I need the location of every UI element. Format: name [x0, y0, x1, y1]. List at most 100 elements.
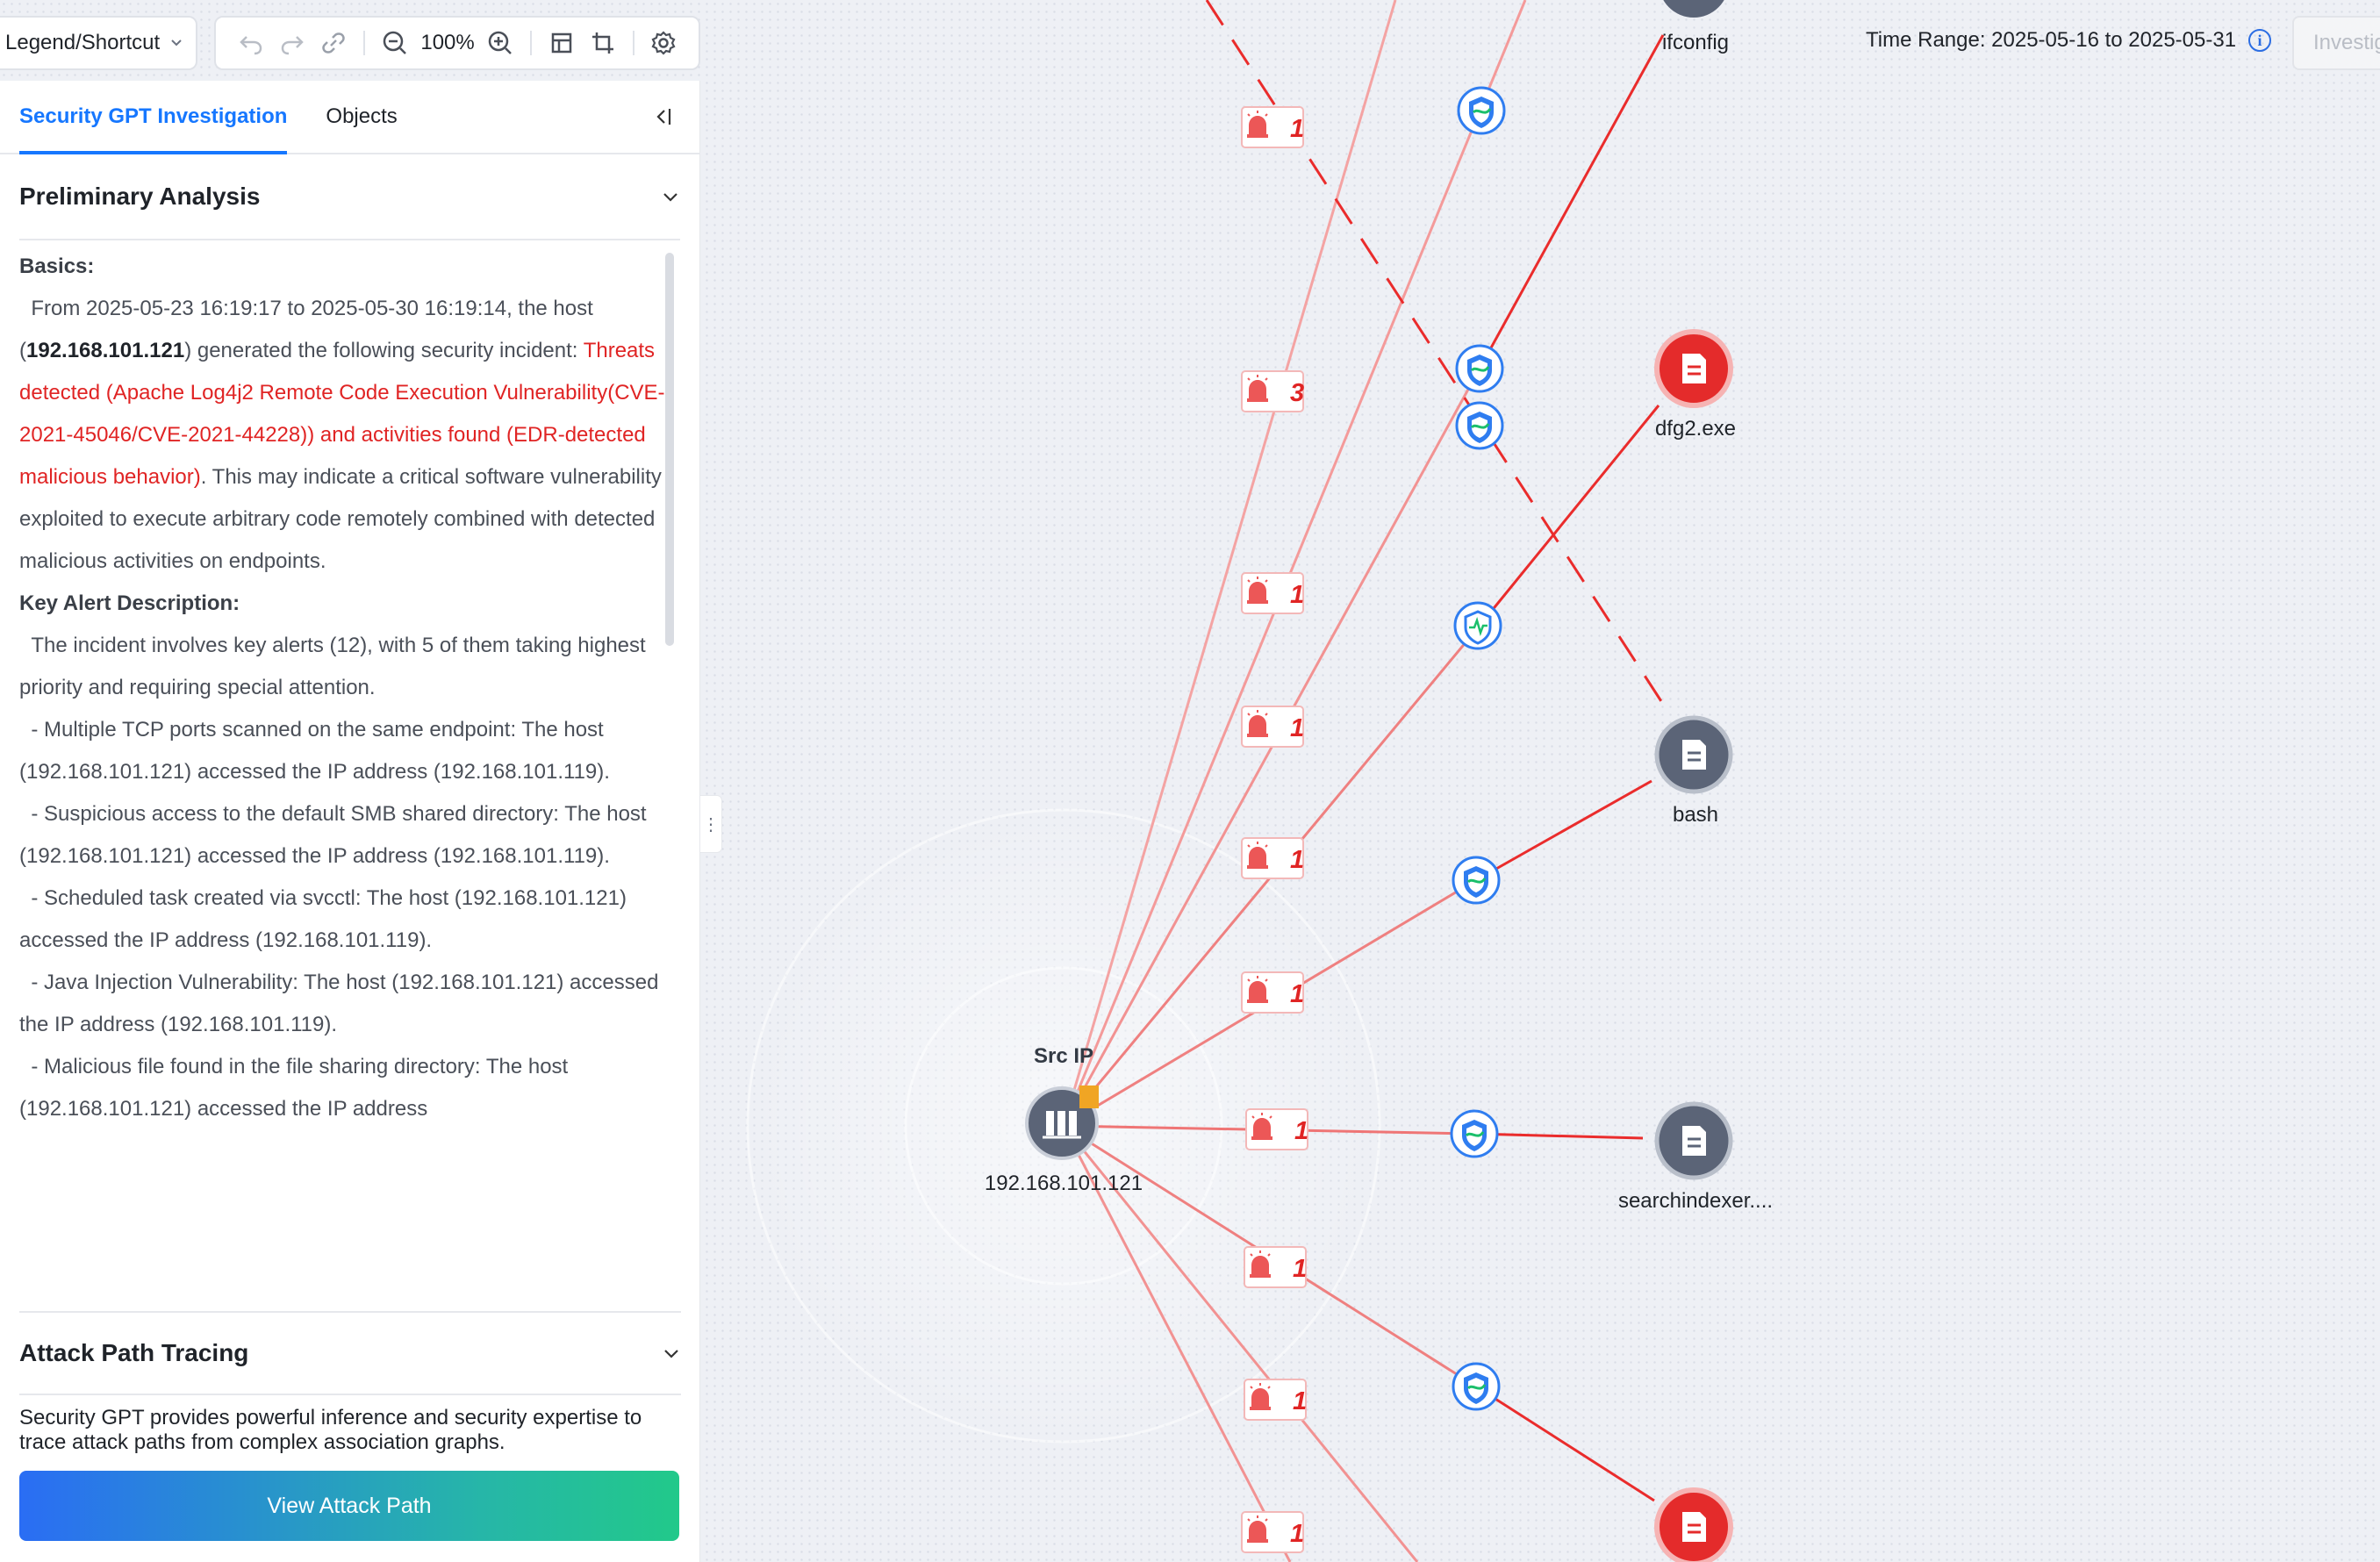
key-alert-intro: The incident involves key alerts (12), w…	[19, 625, 669, 709]
key-alert-intro-text: The incident involves key alerts (12), w…	[19, 634, 646, 699]
crop-icon[interactable]	[582, 22, 623, 64]
detection-icons[interactable]	[1450, 86, 1506, 1411]
panel-tabs: Security GPT Investigation Objects	[0, 81, 699, 154]
alert-badge: 1	[1241, 572, 1304, 614]
collapse-panel-icon[interactable]	[650, 104, 677, 130]
time-range: Time Range: 2025-05-16 to 2025-05-31 i	[1866, 28, 2272, 53]
alert-item-text: - Multiple TCP ports scanned on the same…	[19, 718, 610, 784]
zoom-out-icon[interactable]	[374, 22, 415, 64]
alert-item-text: - Scheduled task created via svcctl: The…	[19, 886, 627, 952]
file-icon	[1682, 354, 1706, 383]
shield-icon	[1455, 344, 1504, 393]
tab-objects[interactable]: Objects	[306, 81, 416, 153]
alert-count: 1	[1290, 846, 1304, 874]
link-icon[interactable]	[313, 22, 355, 64]
view-attack-path-label: View Attack Path	[267, 1493, 432, 1518]
alert-item-text: - Java Injection Vulnerability: The host…	[19, 971, 659, 1036]
alert-item-text: - Suspicious access to the default SMB s…	[19, 802, 647, 868]
shield-icon	[1452, 1362, 1501, 1411]
file-icon	[1682, 1512, 1706, 1542]
view-attack-path-button[interactable]: View Attack Path	[19, 1471, 679, 1541]
shield-icon	[1457, 86, 1506, 135]
alert-count: 1	[1290, 115, 1304, 143]
alert-count: 1	[1290, 1520, 1304, 1548]
preliminary-analysis-header[interactable]: Preliminary Analysis	[19, 154, 680, 240]
toolbar-divider	[530, 31, 533, 55]
toolbar-divider	[632, 31, 634, 55]
panel-resize-handle[interactable]: ⋮	[700, 795, 722, 853]
edge-to-bash	[1475, 779, 1652, 882]
analysis-scrollbar[interactable]	[665, 253, 674, 646]
alert-count: 1	[1290, 581, 1304, 609]
chevron-down-icon	[170, 34, 183, 53]
alert-item: - Malicious file found in the file shari…	[19, 1046, 669, 1130]
attack-path-header[interactable]: Attack Path Tracing	[19, 1311, 681, 1395]
zoom-level: 100%	[420, 31, 475, 54]
alert-count: 3	[1290, 379, 1304, 407]
alert-item-text: - Malicious file found in the file shari…	[19, 1055, 569, 1121]
chevron-down-icon	[664, 1350, 678, 1358]
shield-icon	[1450, 1109, 1499, 1158]
alert-badge: 3	[1241, 370, 1304, 412]
settings-icon[interactable]	[643, 22, 685, 64]
file-icon	[1682, 1126, 1706, 1156]
investigate-button[interactable]: Investig	[2292, 16, 2380, 70]
node-searchindexer[interactable]: searchindexer....	[1618, 1101, 1773, 1213]
edge-to-dfg2	[1478, 405, 1660, 627]
alert-count: 1	[1294, 1117, 1308, 1145]
basics-paragraph: From 2025-05-23 16:19:17 to 2025-05-30 1…	[19, 288, 669, 583]
basics-text: ) generated the following security incid…	[184, 339, 584, 362]
chevron-down-icon	[663, 193, 677, 202]
src-ip-title: Src IP	[1034, 1044, 1093, 1068]
legend-shortcut-label: Legend/Shortcut	[5, 31, 161, 54]
edge-to-bottom-node	[1475, 1385, 1655, 1502]
shield-icon	[1452, 856, 1501, 905]
tab-label: Objects	[326, 104, 398, 128]
alert-badge: 1	[1244, 1246, 1307, 1288]
info-icon[interactable]: i	[2248, 29, 2272, 52]
fit-view-icon[interactable]	[541, 22, 582, 64]
server-icon	[1043, 1111, 1081, 1139]
alert-badge: 1	[1241, 706, 1304, 748]
undo-icon[interactable]	[230, 22, 271, 64]
alert-badge: 1	[1241, 971, 1304, 1014]
alert-item: - Suspicious access to the default SMB s…	[19, 793, 669, 878]
node-ifconfig[interactable]: ifconfig	[1659, 0, 1729, 54]
tab-security-gpt-investigation[interactable]: Security GPT Investigation	[0, 81, 306, 154]
alert-badge: 1	[1241, 837, 1304, 879]
legend-shortcut-dropdown[interactable]: Legend/Shortcut	[0, 16, 197, 70]
alert-badge: 1	[1244, 1379, 1307, 1421]
flag-icon	[1079, 1086, 1099, 1108]
basics-label: Basics:	[19, 254, 95, 278]
alert-badge: 1	[1245, 1108, 1308, 1150]
node-malicious-bottom[interactable]	[1654, 1487, 1733, 1562]
drag-handle-icon: ⋮	[702, 814, 720, 835]
time-range-text: Time Range: 2025-05-16 to 2025-05-31	[1866, 28, 2237, 52]
node-dfg2[interactable]: dfg2.exe	[1654, 329, 1736, 441]
alert-item: - Multiple TCP ports scanned on the same…	[19, 709, 669, 793]
alert-count: 1	[1290, 714, 1304, 742]
src-ip-label: 192.168.101.121	[985, 1172, 1143, 1195]
node-bash[interactable]: bash	[1654, 715, 1733, 827]
toolbar-divider	[363, 31, 365, 55]
attack-path-description: Security GPT provides powerful inference…	[19, 1406, 642, 1454]
node-label: searchindexer....	[1618, 1189, 1773, 1213]
edge-to-ifconfig	[1478, 34, 1665, 369]
edge-to-searchindexer	[1473, 1132, 1644, 1140]
host-ip: 192.168.101.121	[26, 339, 185, 362]
node-label: ifconfig	[1662, 31, 1729, 54]
alert-count: 1	[1290, 980, 1304, 1008]
shield-icon	[1455, 401, 1504, 450]
preliminary-analysis-content: Basics: From 2025-05-23 16:19:17 to 2025…	[19, 246, 669, 1295]
preliminary-analysis-title: Preliminary Analysis	[19, 183, 261, 210]
node-label: bash	[1673, 803, 1718, 827]
zoom-in-icon[interactable]	[480, 22, 521, 64]
node-label: dfg2.exe	[1655, 417, 1736, 441]
redo-icon[interactable]	[271, 22, 312, 64]
alert-badge: 1	[1241, 1511, 1304, 1553]
alert-item: - Scheduled task created via svcctl: The…	[19, 878, 669, 962]
tab-label: Security GPT Investigation	[19, 104, 288, 128]
key-alert-label: Key Alert Description:	[19, 591, 240, 615]
alert-count: 1	[1293, 1255, 1307, 1283]
edr-pulse-icon	[1453, 601, 1502, 650]
